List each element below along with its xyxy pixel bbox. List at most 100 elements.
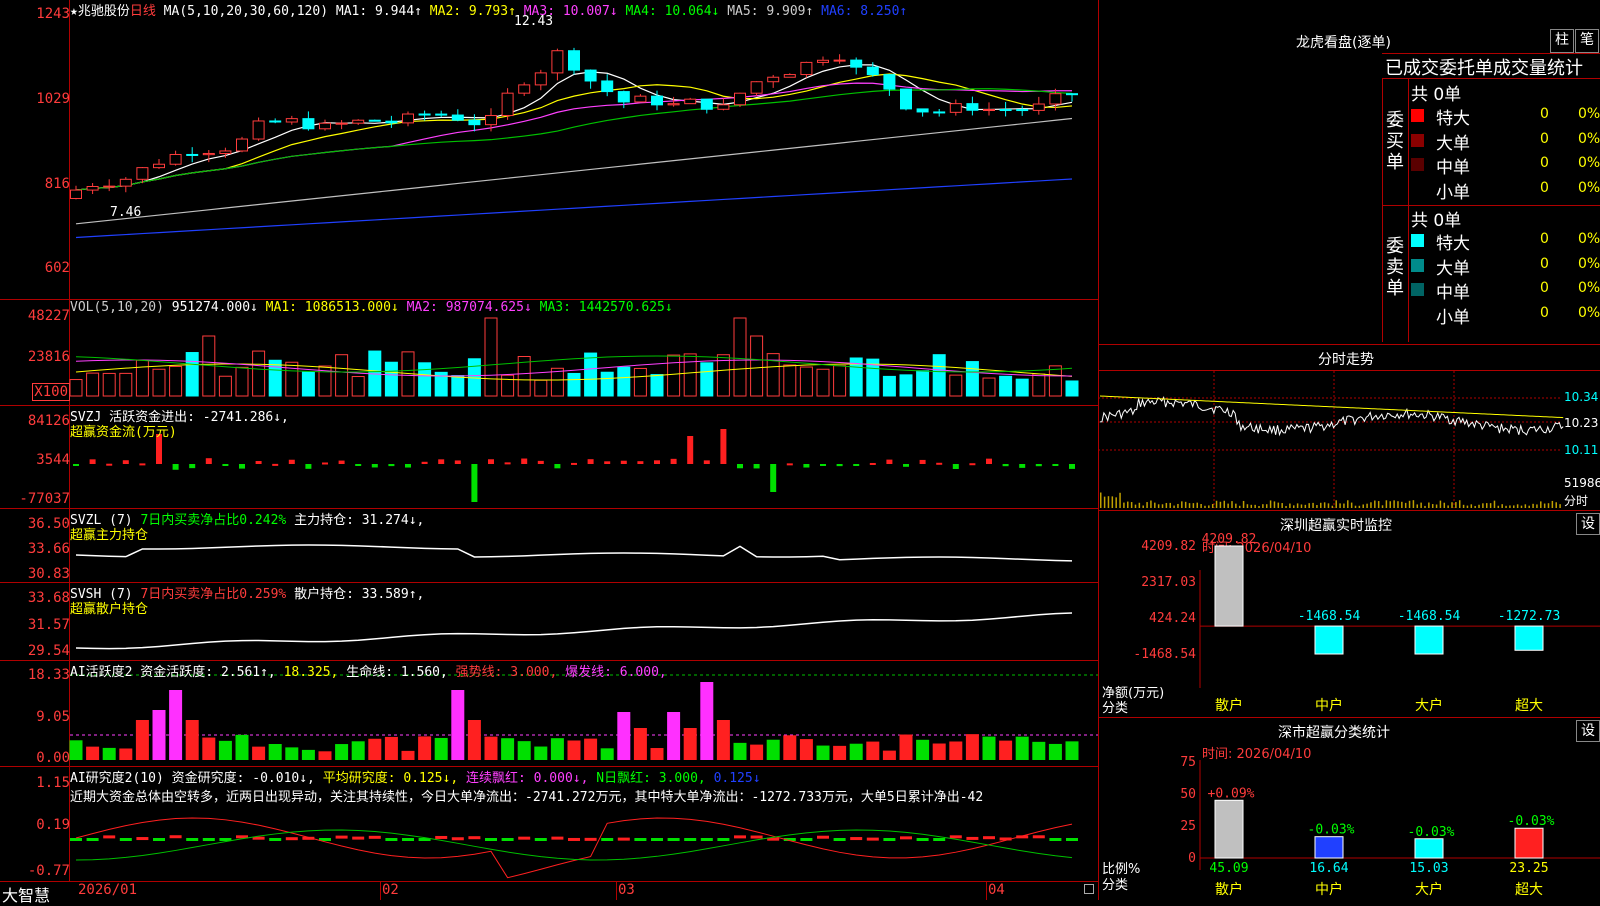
szcls-change-2: -0.03% bbox=[1308, 823, 1355, 838]
flow-bar bbox=[670, 458, 677, 464]
ai-research-last: 0.125↓ bbox=[713, 771, 761, 786]
xaxis-label-1: 2026/01 bbox=[78, 882, 138, 898]
candle bbox=[418, 113, 431, 116]
intraday-y-2: 10.23 bbox=[1564, 416, 1599, 430]
intraday-vol-bar bbox=[1223, 500, 1226, 508]
szmon-title: 深圳超赢实时监控 bbox=[1280, 518, 1392, 534]
vol-ma2: MA2: 987074.625↓ bbox=[406, 300, 532, 315]
szmon-settings-button[interactable]: 设 bbox=[1576, 513, 1600, 535]
intraday-vol-bar bbox=[1246, 504, 1249, 508]
research-bar bbox=[750, 835, 763, 839]
intraday-vol-bar bbox=[1462, 504, 1465, 508]
intraday-vol-bar bbox=[1420, 502, 1422, 508]
active-bar bbox=[816, 745, 830, 760]
flow-bar bbox=[355, 464, 362, 466]
volume-bar bbox=[633, 367, 647, 397]
stock-name[interactable]: ★兆驰股份 bbox=[70, 4, 130, 19]
research-bar bbox=[86, 838, 99, 841]
volume-bar bbox=[567, 372, 581, 397]
szcls-value-1: 45.09 bbox=[1209, 861, 1248, 876]
intraday-vol-bar bbox=[1134, 504, 1137, 508]
volume-bar bbox=[484, 317, 498, 397]
active-bar bbox=[451, 690, 465, 760]
intraday-vol-bar bbox=[1416, 504, 1419, 508]
period-label[interactable]: 日线 bbox=[130, 4, 156, 19]
intraday-vol-bar bbox=[1296, 503, 1299, 508]
candle bbox=[534, 72, 547, 86]
intraday-vol-bar bbox=[1447, 505, 1449, 508]
candle bbox=[153, 163, 165, 169]
buy-row-count-4: 0 bbox=[1540, 179, 1549, 196]
bar-mode-button[interactable]: 柱 bbox=[1550, 29, 1574, 53]
flow-bar bbox=[703, 460, 710, 464]
ai-research-y-2: 0.19 bbox=[36, 817, 70, 833]
intraday-vol-bar bbox=[1320, 502, 1322, 508]
xaxis-tick-4 bbox=[986, 881, 987, 900]
intraday-vol-bar bbox=[1543, 503, 1546, 508]
active-bar bbox=[550, 738, 564, 760]
intraday-vol-bar bbox=[1339, 503, 1341, 508]
candle bbox=[335, 122, 348, 125]
intraday-vol-bar bbox=[1154, 502, 1156, 508]
szcls-change-1: +0.09% bbox=[1208, 786, 1255, 801]
intraday-vol-bar bbox=[1262, 504, 1264, 508]
vol-ma1: MA1: 1086513.000↓ bbox=[265, 300, 399, 315]
intraday-vol-bar bbox=[1335, 500, 1337, 508]
research-line-green bbox=[75, 829, 1073, 861]
candle bbox=[103, 185, 116, 188]
main-holding-line bbox=[75, 544, 1073, 562]
sell-row-pct-3: 0% bbox=[1578, 280, 1600, 296]
lock-icon[interactable] bbox=[1084, 884, 1094, 894]
flow-bar bbox=[737, 464, 743, 469]
intraday-vol-bar bbox=[1428, 502, 1430, 508]
ai-active-y-2: 9.05 bbox=[36, 709, 70, 725]
research-bar bbox=[700, 838, 713, 841]
active-bar bbox=[783, 735, 797, 760]
active-bar bbox=[467, 720, 481, 760]
intraday-vol-bar bbox=[1119, 492, 1121, 508]
xaxis-tick-3 bbox=[616, 881, 617, 900]
volume-bar bbox=[932, 354, 946, 397]
intraday-vol-bar bbox=[1323, 502, 1326, 508]
candle bbox=[750, 81, 763, 94]
candle bbox=[734, 92, 746, 106]
candle bbox=[302, 118, 315, 130]
ai-strong-line: 强势线: 3.000, bbox=[455, 665, 558, 680]
ma1-value: MA1: 9.944↑ bbox=[335, 4, 422, 19]
flow-bar bbox=[488, 459, 494, 464]
volume-bar bbox=[451, 375, 465, 397]
flow-bar bbox=[986, 458, 992, 464]
candle bbox=[717, 104, 730, 110]
volume-bar bbox=[169, 365, 183, 397]
tick-mode-button[interactable]: 笔 bbox=[1575, 29, 1599, 53]
active-bar bbox=[700, 682, 714, 760]
vol-unit-button[interactable]: X100 bbox=[32, 383, 70, 401]
flow-bar bbox=[438, 459, 445, 464]
candle bbox=[451, 114, 464, 121]
flow-bar bbox=[288, 459, 295, 464]
active-bar bbox=[750, 744, 764, 760]
candle bbox=[966, 103, 979, 111]
sell-row-count-4: 0 bbox=[1540, 304, 1549, 321]
szcls-settings-button[interactable]: 设 bbox=[1576, 720, 1600, 742]
intraday-vol-bar bbox=[1501, 504, 1503, 508]
intraday-y-3: 10.11 bbox=[1564, 443, 1599, 457]
main-chart-canvas[interactable] bbox=[0, 0, 1100, 882]
ai-research-nday: N日飘红: 3.000, bbox=[596, 771, 706, 786]
flow-bar bbox=[770, 464, 777, 492]
flow-bar bbox=[637, 461, 644, 464]
active-bar bbox=[916, 739, 930, 760]
volume-bar bbox=[135, 359, 149, 397]
szmon-ytick-1: 4209.82 bbox=[1141, 539, 1196, 554]
szcls-ytick-2: 50 bbox=[1180, 787, 1196, 802]
active-bar bbox=[368, 738, 382, 760]
research-bar bbox=[966, 836, 979, 840]
research-bar bbox=[850, 837, 863, 841]
svzl-y-2: 33.66 bbox=[27, 541, 70, 557]
flow-bar bbox=[139, 463, 146, 466]
intraday-y-1: 10.34 bbox=[1564, 390, 1599, 404]
ma6-value: MA6: 8.250↑ bbox=[821, 4, 908, 19]
candle bbox=[651, 95, 663, 106]
research-bar bbox=[651, 838, 663, 841]
intraday-vol-bar bbox=[1265, 504, 1268, 508]
